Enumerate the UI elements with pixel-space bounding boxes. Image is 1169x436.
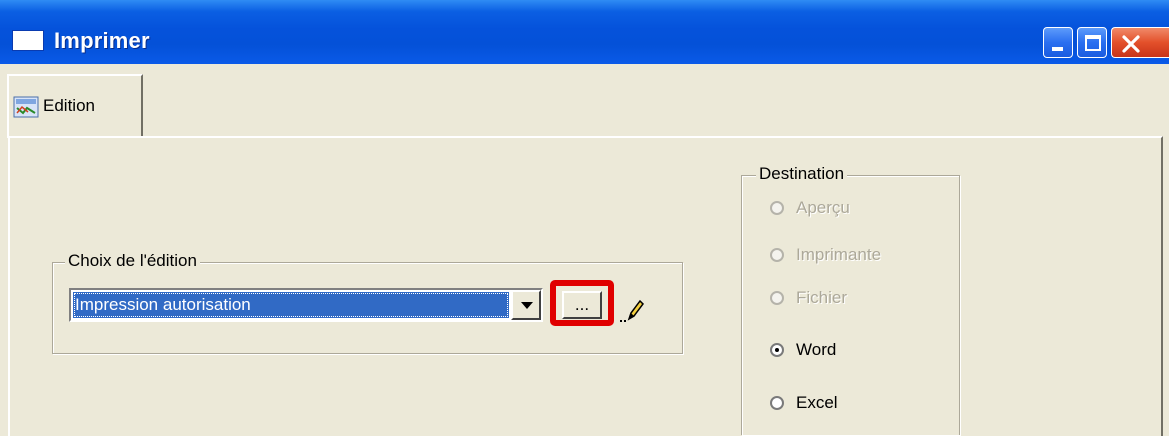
radio-fichier-label: Fichier <box>796 288 848 307</box>
edition-select[interactable]: Impression autorisation <box>69 288 543 322</box>
radio-apercu-label: Aperçu <box>796 198 850 217</box>
maximize-button[interactable] <box>1077 27 1107 58</box>
radio-word[interactable]: Word <box>770 338 836 362</box>
title-bar[interactable]: Imprimer <box>0 0 1169 64</box>
tab-label: Edition <box>43 96 95 115</box>
browse-button[interactable]: ... <box>562 291 602 319</box>
radio-button-icon <box>770 201 784 215</box>
tab-edition[interactable]: Edition <box>7 74 143 138</box>
window-title: Imprimer <box>54 28 150 53</box>
radio-excel-label: Excel <box>796 393 838 412</box>
edition-icon <box>13 96 39 118</box>
radio-button-icon <box>770 291 784 305</box>
radio-fichier[interactable]: Fichier <box>770 286 847 310</box>
radio-button-icon <box>770 248 784 262</box>
radio-apercu[interactable]: Aperçu <box>770 196 850 220</box>
maximize-icon <box>1085 35 1101 51</box>
close-button[interactable] <box>1111 27 1169 58</box>
radio-button-checked-icon <box>770 343 784 357</box>
radio-word-label: Word <box>796 340 837 359</box>
radio-button-icon <box>770 396 784 410</box>
radio-imprimante-label: Imprimante <box>796 245 882 264</box>
choix-edition-legend: Choix de l'édition <box>65 251 200 271</box>
radio-excel[interactable]: Excel <box>770 391 838 415</box>
pencil-icon[interactable] <box>619 295 645 323</box>
dropdown-arrow-icon[interactable] <box>511 290 541 320</box>
close-icon <box>1122 35 1140 53</box>
radio-imprimante[interactable]: Imprimante <box>770 243 881 267</box>
window-icon <box>12 30 44 51</box>
edition-select-value: Impression autorisation <box>73 292 509 318</box>
destination-legend: Destination <box>756 164 848 184</box>
minimize-icon <box>1052 47 1063 51</box>
minimize-button[interactable] <box>1043 27 1073 58</box>
